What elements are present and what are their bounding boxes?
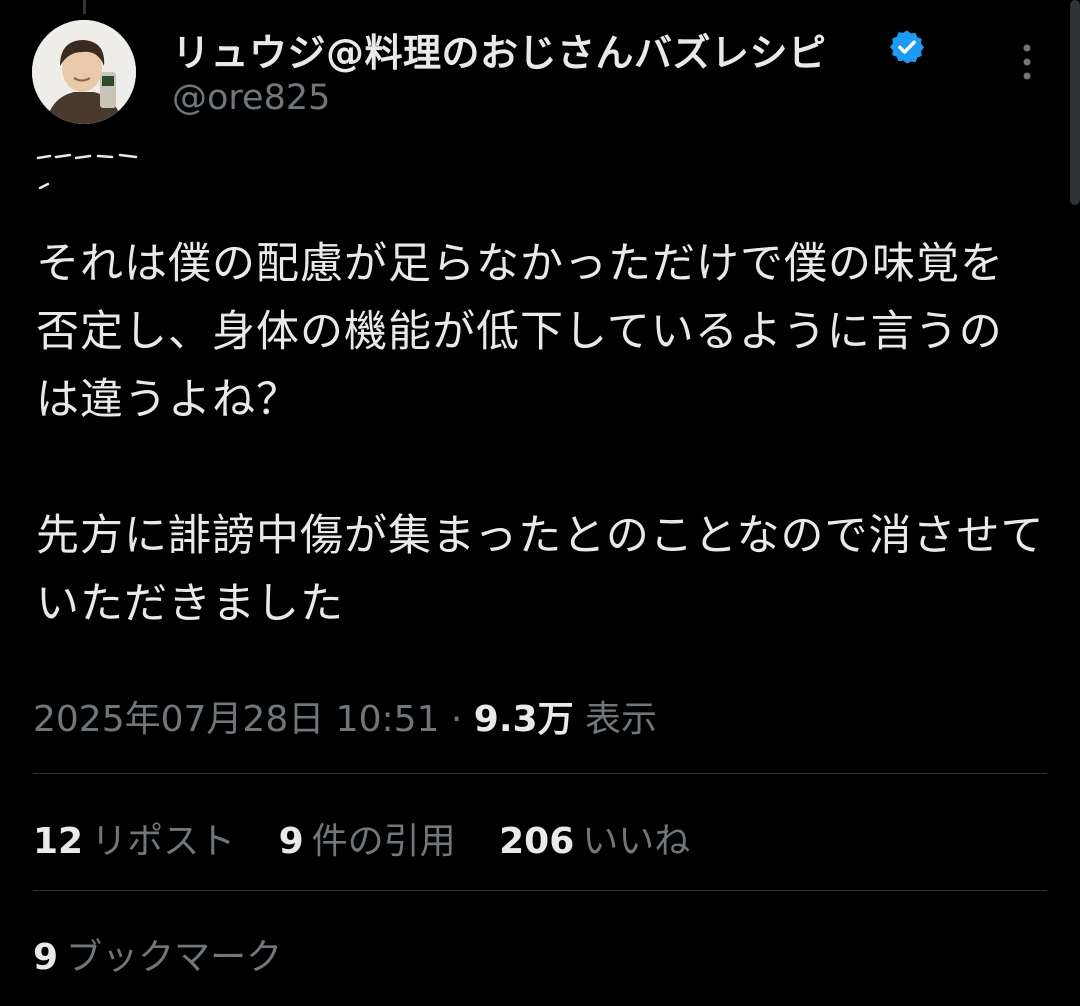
tweet-paragraph: それは僕の配慮が足らなかっただけで僕の味覚を否定し、身体の機能が低下しているよう… (36, 239, 1004, 425)
timestamp[interactable]: 2025年07月28日 10:51 (33, 699, 439, 740)
bookmarks-count: 9 (33, 937, 59, 978)
quotes-label: 件の引用 (311, 821, 456, 862)
reposts-stat[interactable]: 12 リポスト (33, 812, 235, 864)
likes-count: 206 (499, 821, 575, 862)
avatar-image (32, 20, 136, 124)
author-handle[interactable]: @ore825 (172, 78, 330, 118)
thread-connector-line (83, 0, 86, 14)
divider (33, 890, 1047, 891)
quotes-count: 9 (278, 821, 304, 862)
likes-label: いいね (582, 821, 691, 862)
scrollbar[interactable] (1070, 0, 1080, 205)
tweet-text: それは僕の配慮が足らなかっただけで僕の味覚を否定し、身体の機能が低下しているよう… (36, 230, 1046, 638)
views-label: 表示 (585, 699, 658, 740)
reposts-count: 12 (33, 821, 84, 862)
tweet-meta: 2025年07月28日 10:51 · 9.3万 表示 (33, 690, 657, 742)
views-count: 9.3万 (473, 699, 574, 740)
quotes-stat[interactable]: 9 件の引用 (279, 812, 456, 864)
engagement-stats: 12 リポスト 9 件の引用 206 いいね (33, 812, 722, 864)
bookmarks-stat[interactable]: 9 ブックマーク (33, 928, 282, 980)
reposts-label: リポスト (91, 821, 236, 862)
likes-stat[interactable]: 206 いいね (499, 812, 690, 864)
avatar[interactable] (32, 20, 136, 124)
meta-separator: · (450, 699, 463, 740)
tweet-paragraph: 先方に誹謗中傷が集まったとのことなので消させていただきました (36, 511, 1045, 629)
verified-badge-icon (889, 30, 925, 64)
more-options-icon[interactable] (1010, 40, 1044, 84)
divider (33, 773, 1047, 774)
cropped-text-fragment (36, 153, 138, 190)
author-display-name[interactable]: リュウジ@料理のおじさんバズレシピ (172, 22, 827, 77)
bookmarks-label: ブックマーク (66, 937, 283, 978)
